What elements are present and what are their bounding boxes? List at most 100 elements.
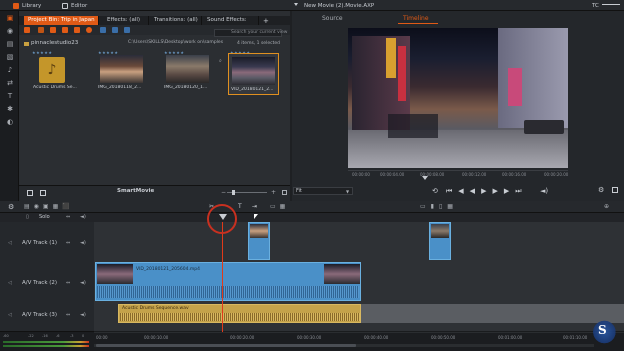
zoom-out-icon[interactable]: − (221, 189, 226, 196)
tab-effects[interactable]: Effects: (all) (103, 16, 149, 25)
collections-icon[interactable]: ◉ (6, 27, 14, 35)
camera-icon[interactable] (38, 27, 44, 33)
timeline-ruler[interactable] (94, 332, 624, 342)
timeline-tool-icons[interactable]: ▭▦ (270, 203, 289, 210)
add-tab-icon[interactable]: + (263, 17, 269, 25)
sign-yellow (386, 38, 396, 78)
preview-active-tab-underline (398, 23, 438, 24)
snap-icon[interactable]: ⇥ (252, 203, 257, 210)
photos-icon[interactable]: ▧ (6, 53, 14, 61)
tab-project-bin[interactable]: Project Bin: Trip in Japan (24, 16, 99, 25)
export-icon[interactable] (40, 190, 46, 196)
music-note-icon: ♪ (39, 57, 65, 83)
fx-icon[interactable]: ◐ (6, 118, 14, 126)
preview-ruler-label: 00:00:00 (352, 172, 370, 177)
track-audio-icon[interactable]: ◄) (80, 240, 86, 246)
timeline-ruler-label: 00:00:40.00 (364, 335, 389, 340)
empty-track-region (361, 304, 624, 323)
filter-icon[interactable] (50, 27, 56, 33)
check-icon[interactable] (124, 27, 130, 33)
track-lock-icon[interactable]: ◁ (8, 312, 12, 318)
movie-title: New Movie (2).Movie.AXP (304, 3, 375, 9)
clip-thumbnail (250, 224, 268, 238)
track-link-icon[interactable]: ⇔ (66, 280, 70, 286)
fit-dropdown[interactable] (293, 187, 353, 195)
item-thumbnail (232, 57, 275, 85)
meter-label: -16 (42, 334, 48, 338)
image-clip[interactable] (429, 222, 451, 260)
smartmovie-button[interactable]: SmartMovie (117, 188, 154, 194)
track-audio-icon[interactable]: ◄) (80, 312, 86, 318)
track-audio-icon[interactable]: ◄) (80, 280, 86, 286)
tab-timeline[interactable]: Timeline (403, 15, 429, 22)
tab-source[interactable]: Source (322, 15, 343, 22)
zoom-in-icon[interactable]: + (271, 189, 276, 196)
effects-icon[interactable]: ✱ (6, 105, 14, 113)
meter-label: -60 (3, 334, 9, 338)
tag-icon[interactable] (86, 27, 92, 33)
folder-icon[interactable] (24, 27, 30, 33)
editor-mode-tab[interactable]: Editor (71, 2, 87, 10)
folder-tree-icon[interactable] (24, 42, 29, 46)
clip-thumbnail (97, 264, 133, 284)
project-bin-icon[interactable]: ▣ (6, 14, 14, 22)
timeline-scrollbar-thumb[interactable] (96, 344, 356, 347)
editor-mode-icon[interactable] (62, 3, 68, 9)
item-thumbnail (166, 55, 209, 83)
zoom-slider-handle[interactable] (232, 190, 235, 195)
clip-thumbnail (324, 264, 360, 284)
item-label: VID_20180121_2... (231, 87, 274, 92)
import-icon[interactable] (27, 190, 33, 196)
list-view-icon[interactable] (282, 190, 287, 195)
sign-red (398, 46, 406, 101)
car (524, 120, 564, 134)
track-tools[interactable]: ▤◉▣▦⬛ (24, 203, 74, 210)
tab-sound-effects[interactable]: Sound Effects: (all) (203, 16, 259, 32)
tab-transitions[interactable]: Transitions: (all) (150, 16, 202, 25)
timeline-ruler-label: 00:00:30.00 (297, 335, 322, 340)
trim-icon[interactable]: T (238, 203, 242, 210)
window-controls[interactable] (602, 4, 620, 7)
library-item-image[interactable]: IMG_20180120_1... (162, 53, 213, 95)
fullscreen-icon[interactable] (612, 187, 618, 193)
track-link-icon[interactable]: ⇔ (66, 312, 70, 318)
audio-clip[interactable]: Acustic Drums Sequence.wav (118, 304, 361, 323)
video-clip[interactable]: VID_20180121_205604.mp4 (95, 262, 361, 301)
audio-icon[interactable]: ◄) (80, 214, 86, 220)
track-link-icon[interactable]: ⇔ (66, 240, 70, 246)
volume-icon[interactable]: ◄) (540, 187, 548, 195)
track-lock-icon[interactable]: ◁ (8, 240, 12, 246)
track-lock-icon[interactable]: ◁ (8, 280, 12, 286)
playhead-marker[interactable] (219, 214, 227, 220)
transitions-icon[interactable]: ⇄ (6, 79, 14, 87)
go-to-start-icon[interactable]: ⟲ (432, 187, 438, 195)
music-icon[interactable]: ♪ (6, 66, 14, 74)
link-icon[interactable]: ⇔ (66, 214, 70, 220)
track-lane[interactable] (94, 222, 624, 264)
library-mode-icon[interactable] (13, 3, 19, 9)
library-mode-tab[interactable]: Library (22, 2, 41, 10)
viewer-settings-icon[interactable]: ⚙ (598, 186, 604, 194)
sort-icon[interactable] (62, 27, 68, 33)
pedestrians (388, 114, 438, 138)
path-label: C:\Users\SKILLS\Desktop\work on\samples (128, 40, 224, 45)
title-icon[interactable]: T (6, 92, 14, 100)
scene-icon[interactable] (100, 27, 106, 33)
timeline-ruler-label: 00:00:10.00 (144, 335, 169, 340)
timeline-zoom-icon[interactable]: ⊕ (604, 203, 609, 210)
media-icon[interactable]: ▤ (6, 40, 14, 48)
library-item-video-selected[interactable]: VID_20180121_2... (228, 53, 279, 95)
star-filter-icon[interactable] (112, 27, 118, 33)
library-item-audio[interactable]: ♪ Acustic Drums Se... (31, 53, 82, 95)
movie-dropdown-icon[interactable] (294, 3, 298, 7)
transport-controls[interactable]: ⏮◀◀▶▶▶⏭ (446, 187, 528, 196)
preview-playhead-marker[interactable] (422, 176, 428, 180)
folder-label[interactable]: pinnaclestudio23 (31, 40, 78, 46)
view-icon[interactable] (74, 27, 80, 33)
solo-icon[interactable]: ▯ (26, 214, 29, 220)
image-clip[interactable] (248, 222, 270, 260)
playhead[interactable] (222, 222, 223, 342)
library-item-image[interactable]: IMG_20180118_2... (96, 53, 147, 95)
timeline-right-tools[interactable]: ▭▮▯▦ (420, 203, 458, 210)
timeline-settings-icon[interactable]: ⚙ (8, 203, 14, 211)
